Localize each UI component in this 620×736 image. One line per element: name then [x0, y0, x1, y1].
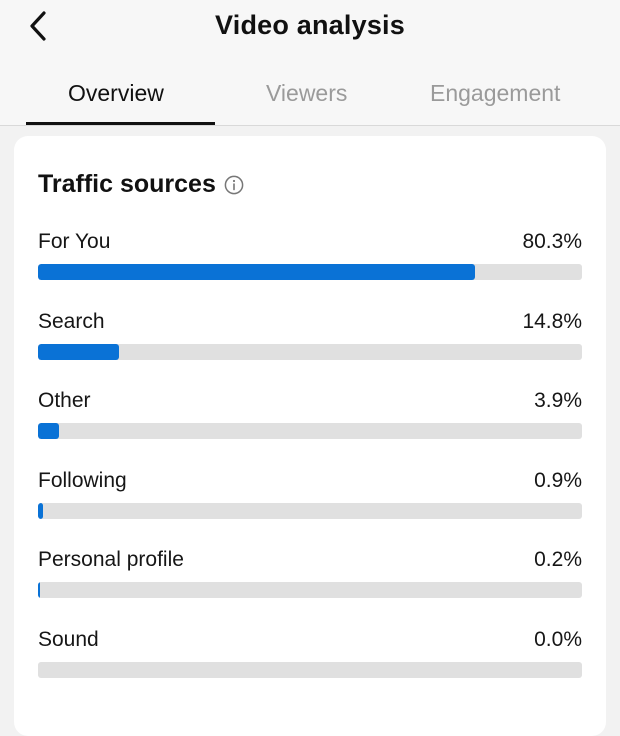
- source-label: Personal profile: [38, 548, 184, 571]
- source-percentage: 14.8%: [522, 310, 582, 333]
- tab-engagement[interactable]: Engagement: [430, 80, 560, 107]
- active-tab-indicator: [26, 122, 215, 125]
- source-label: Sound: [38, 628, 99, 651]
- source-row-search: Search 14.8%: [38, 310, 582, 370]
- progress-fill: [38, 503, 43, 519]
- source-row-for-you: For You 80.3%: [38, 230, 582, 290]
- progress-fill: [38, 582, 40, 598]
- source-label: Following: [38, 469, 127, 492]
- top-bar: Video analysis Overview Viewers Engageme…: [0, 0, 620, 126]
- source-percentage: 80.3%: [522, 230, 582, 253]
- progress-fill: [38, 344, 119, 360]
- tab-viewers[interactable]: Viewers: [266, 80, 347, 107]
- progress-fill: [38, 264, 475, 280]
- source-percentage: 0.0%: [534, 628, 582, 651]
- source-percentage: 0.2%: [534, 548, 582, 571]
- source-percentage: 0.9%: [534, 469, 582, 492]
- page-title: Video analysis: [215, 10, 405, 40]
- card-title: Traffic sources: [38, 170, 216, 198]
- progress-track: [38, 662, 582, 678]
- info-icon[interactable]: [224, 175, 244, 195]
- progress-track: [38, 344, 582, 360]
- progress-track: [38, 582, 582, 598]
- card-header: Traffic sources: [38, 170, 244, 199]
- source-row-sound: Sound 0.0%: [38, 628, 582, 688]
- progress-track: [38, 264, 582, 280]
- source-percentage: 3.9%: [534, 389, 582, 412]
- traffic-sources-card: Traffic sources For You 80.3% Search 14.…: [14, 136, 606, 736]
- tab-overview[interactable]: Overview: [68, 80, 164, 107]
- source-label: For You: [38, 230, 111, 253]
- progress-fill: [38, 423, 60, 439]
- source-row-other: Other 3.9%: [38, 389, 582, 449]
- progress-track: [38, 423, 582, 439]
- progress-track: [38, 503, 582, 519]
- source-row-personal-profile: Personal profile 0.2%: [38, 548, 582, 608]
- tab-bar: Overview Viewers Engagement: [0, 70, 620, 126]
- source-label: Search: [38, 310, 105, 333]
- source-row-following: Following 0.9%: [38, 469, 582, 529]
- source-label: Other: [38, 389, 91, 412]
